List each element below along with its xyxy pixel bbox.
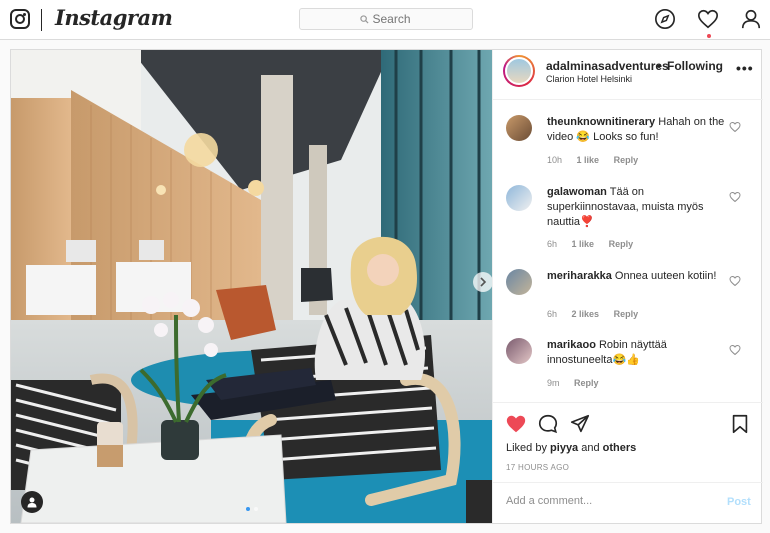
liked-by-user[interactable]: piyya (550, 442, 578, 454)
comment-body: meriharakka Onnea uuteen kotiin! (547, 269, 727, 284)
comment-reply-button[interactable]: Reply (614, 309, 639, 319)
comment-username[interactable]: theunknownitinerary (547, 116, 655, 128)
author-avatar-ring[interactable] (503, 55, 535, 87)
instagram-logo-icon[interactable] (10, 9, 30, 29)
comment-likes[interactable]: 1 like (577, 155, 600, 165)
comment-time: 9m (547, 378, 560, 388)
comment-like-heart-icon[interactable] (729, 121, 741, 133)
like-heart-filled-icon[interactable] (505, 413, 527, 435)
notification-dot (707, 34, 711, 38)
carousel-dot-active (246, 507, 250, 511)
search-icon (359, 14, 369, 24)
comment-reply-button[interactable]: Reply (574, 378, 599, 388)
comment-username[interactable]: marikaoo (547, 339, 596, 351)
top-navigation-bar: Instagram (0, 0, 770, 40)
carousel-next-button[interactable] (473, 272, 492, 292)
comment-time: 6h (547, 239, 558, 249)
comment-meta: 9m Reply (547, 378, 611, 388)
comment-input[interactable] (506, 495, 706, 507)
hotel-lobby-photo (11, 50, 492, 523)
comment-likes[interactable]: 2 likes (572, 309, 600, 319)
carousel-dot (254, 507, 258, 511)
comment-like-heart-icon[interactable] (729, 275, 741, 287)
comment-username[interactable]: meriharakka (547, 270, 612, 282)
post-photo[interactable] (11, 50, 492, 523)
post-location[interactable]: Clarion Hotel Helsinki (546, 74, 632, 84)
comment-reply-button[interactable]: Reply (609, 239, 634, 249)
comment-body: galawoman Tää on superkiinnostavaa, muis… (547, 185, 727, 230)
comment-time: 6h (547, 309, 558, 319)
liked-by-line: Liked by piyya and others (506, 442, 636, 454)
author-username[interactable]: adalminasadventures (546, 59, 669, 73)
comment-text: Onnea uuteen kotiin! (614, 270, 717, 282)
chevron-right-icon (480, 277, 487, 287)
search-input[interactable] (372, 12, 413, 26)
comments-list: theunknownitinerary Hahah on the video 😂… (493, 101, 763, 401)
compass-icon[interactable] (654, 8, 676, 30)
comment-time: 10h (547, 155, 563, 165)
following-button[interactable]: Following (667, 59, 723, 73)
profile-icon[interactable] (740, 8, 762, 30)
header-separator: • (657, 59, 662, 73)
share-paper-plane-icon[interactable] (569, 413, 591, 435)
comment-likes[interactable]: 1 like (572, 239, 595, 249)
comment-username[interactable]: galawoman (547, 186, 607, 198)
post-timestamp[interactable]: 17 HOURS AGO (506, 463, 569, 472)
commenter-avatar[interactable] (506, 115, 532, 141)
post-comment-button[interactable]: Post (727, 496, 751, 508)
tagged-users-button[interactable] (21, 491, 43, 513)
comment-body: theunknownitinerary Hahah on the video 😂… (547, 115, 727, 145)
liked-by-prefix: Liked by (506, 442, 547, 454)
comment-meta: 6h 2 likes Reply (547, 309, 650, 319)
post-sidebar: adalminasadventures • Following Clarion … (492, 50, 763, 523)
instagram-wordmark[interactable]: Instagram (55, 5, 173, 30)
author-avatar (505, 57, 533, 85)
post-actions: Liked by piyya and others 17 HOURS AGO P… (493, 402, 763, 523)
liked-by-and: and (581, 442, 600, 454)
comment-like-heart-icon[interactable] (729, 191, 741, 203)
commenter-avatar[interactable] (506, 269, 532, 295)
carousel-indicator (246, 507, 258, 511)
logo-divider (41, 9, 42, 31)
comment-reply-button[interactable]: Reply (614, 155, 639, 165)
comment-meta: 10h 1 like Reply (547, 155, 650, 165)
commenter-avatar[interactable] (506, 185, 532, 211)
more-options-button[interactable]: ••• (736, 60, 754, 76)
search-box[interactable] (299, 8, 473, 30)
liked-by-others[interactable]: others (603, 442, 637, 454)
comment-meta: 6h 1 like Reply (547, 239, 645, 249)
commenter-avatar[interactable] (506, 338, 532, 364)
add-comment-bar: Post (493, 482, 763, 524)
comment-body: marikaoo Robin näyttää innostuneelta😂👍 (547, 338, 727, 368)
comment-bubble-icon[interactable] (537, 413, 559, 435)
heart-icon[interactable] (697, 8, 719, 30)
post-header: adalminasadventures • Following Clarion … (493, 50, 763, 100)
comment-like-heart-icon[interactable] (729, 344, 741, 356)
bookmark-icon[interactable] (729, 413, 751, 435)
person-icon (27, 497, 37, 508)
post-card: adalminasadventures • Following Clarion … (10, 49, 763, 524)
